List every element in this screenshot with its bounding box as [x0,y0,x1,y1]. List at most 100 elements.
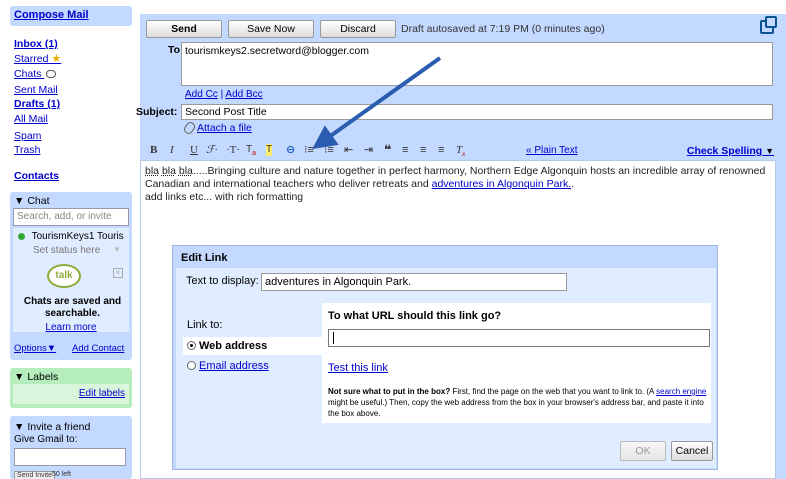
text-to-display-label: Text to display: [186,275,259,287]
chat-contact[interactable]: TourismKeys1 Touris [18,231,133,242]
help-text-part: First, find the page on the web that you… [450,387,657,396]
chat-contact-name: TourismKeys1 Touris [31,231,124,242]
status-dropdown-icon[interactable]: ▼ [113,245,121,254]
add-contact-link[interactable]: Add Contact [72,343,124,354]
learn-more-link[interactable]: Learn more [13,322,129,333]
save-now-button[interactable]: Save Now [228,20,314,38]
body-text: . [571,178,575,190]
chat-panel: ▼ Chat Search, add, or invite TourismKey… [10,192,132,360]
check-spelling-link[interactable]: Check Spelling ▼ [687,145,774,157]
plain-text-link[interactable]: « Plain Text [526,145,578,156]
highlight-icon[interactable]: T [266,144,273,156]
send-invite-button[interactable]: Send Invite [14,471,56,479]
popout-icon[interactable] [760,16,777,34]
online-status-icon [18,232,25,240]
close-icon[interactable]: × [113,268,123,278]
paperclip-icon [182,120,197,136]
radio-selected-icon[interactable] [187,340,196,350]
italic-icon[interactable]: I [170,144,174,156]
check-spelling-label: Check Spelling [686,145,763,157]
triangle-down-icon: ▼ [14,371,25,383]
font-icon[interactable]: ℱ· [206,144,217,156]
sidebar-item-contacts[interactable]: Contacts [14,170,59,182]
font-size-icon[interactable]: ·T· [226,144,240,156]
sidebar-item-all-mail[interactable]: All Mail [14,113,48,125]
invites-left-count: 50 left [52,471,72,478]
edit-labels-link[interactable]: Edit labels [79,388,125,399]
help-text-part: might be useful.) Then, copy the web add… [328,398,704,418]
labels-header-label: Labels [27,371,59,383]
talk-logo: talk [47,264,81,288]
add-cc-link[interactable]: Add Cc [185,89,218,100]
align-center-icon[interactable]: ≡ [420,144,426,156]
invite-give-label: Give Gmail to: [14,434,78,445]
dialog-body: Text to display: adventures in Algonquin… [176,268,716,468]
ok-button[interactable]: OK [620,441,666,461]
compose-mail-button[interactable]: Compose Mail [10,6,132,26]
misspelled-word: bla [178,165,193,177]
web-address-option[interactable]: Web address [183,337,322,355]
sidebar-item-starred[interactable]: Starred ★ [14,52,61,65]
chat-list: TourismKeys1 Touris Set status here ▼ ta… [13,228,129,333]
misspelled-word: bla [145,165,160,177]
cc-bcc-links: Add Cc | Add Bcc [185,89,263,100]
chat-search-input[interactable]: Search, add, or invite [13,208,129,226]
chat-header-label: Chat [27,195,50,207]
search-engine-link[interactable]: search engine [656,387,706,396]
sidebar-item-inbox[interactable]: Inbox (1) [14,38,58,50]
quote-icon[interactable]: ❝ [384,143,392,156]
align-left-icon[interactable]: ≡ [402,144,408,156]
send-button[interactable]: Send [146,20,222,38]
chat-header[interactable]: ▼ Chat [14,195,50,207]
to-field[interactable]: tourismkeys2.secretword@blogger.com [181,42,773,86]
edit-link-dialog: Edit Link Text to display: adventures in… [172,245,718,470]
formatting-toolbar: B I U ℱ· ·T· Ta T ⊖ ⁝≡ ⁝≡ ⇤ ⇥ ❝ ≡ ≡ ≡ Tx… [140,140,786,160]
email-address-label: Email address [199,360,269,372]
sidebar-item-spam[interactable]: Spam [14,130,41,142]
web-address-label: Web address [199,340,268,352]
triangle-down-icon: ▼ [765,146,774,156]
body-link[interactable]: adventures in Algonquin Park. [432,178,572,190]
star-icon: ★ [51,53,62,65]
invite-header-label: Invite a friend [27,421,91,433]
draft-status-text: Draft autosaved at 7:19 PM (0 minutes ag… [401,23,605,35]
attach-file-link[interactable]: Attach a file [182,120,252,136]
set-status-field[interactable]: Set status here [33,245,100,256]
bulleted-list-icon[interactable]: ⁝≡ [324,144,334,156]
triangle-down-icon: ▼ [46,343,57,354]
remove-formatting-icon[interactable]: Tx [456,144,465,160]
sidebar: Compose Mail Inbox (1) Starred ★ Chats S… [0,0,134,479]
radio-icon[interactable] [187,360,196,370]
dialog-title: Edit Link [181,252,228,264]
sidebar-item-drafts[interactable]: Drafts (1) [14,98,60,110]
test-this-link[interactable]: Test this link [328,362,388,374]
underline-icon[interactable]: U [190,144,198,156]
text-color-icon[interactable]: Ta [246,144,256,160]
sidebar-item-trash[interactable]: Trash [14,144,40,156]
indent-more-icon[interactable]: ⇥ [364,144,373,156]
labels-panel: ▼ Labels Edit labels [10,368,132,408]
indent-less-icon[interactable]: ⇤ [344,144,353,156]
bold-icon[interactable]: B [150,144,157,156]
numbered-list-icon[interactable]: ⁝≡ [304,144,314,156]
sidebar-item-chats[interactable]: Chats [14,68,57,80]
misspelled-word: bla [161,165,176,177]
attach-file-label: Attach a file [197,122,252,134]
subject-field[interactable]: Second Post Title [181,104,773,120]
labels-list: Edit labels [13,384,129,404]
url-question-heading: To what URL should this link go? [328,310,502,322]
text-to-display-input[interactable]: adventures in Algonquin Park. [261,273,567,291]
email-address-option[interactable]: Email address [187,360,269,372]
invite-email-input[interactable] [14,448,126,466]
discard-button[interactable]: Discard [320,20,396,38]
labels-header[interactable]: ▼ Labels [14,371,58,383]
add-bcc-link[interactable]: Add Bcc [225,89,262,100]
sidebar-item-sent[interactable]: Sent Mail [14,84,58,96]
invite-header[interactable]: ▼ Invite a friend [14,421,90,433]
cancel-button[interactable]: Cancel [671,441,713,461]
help-bold-text: Not sure what to put in the box? [328,387,451,396]
align-right-icon[interactable]: ≡ [438,144,444,156]
link-icon[interactable]: ⊖ [286,144,295,156]
chat-options-link[interactable]: Options▼ [14,343,56,354]
url-input[interactable] [328,329,710,347]
